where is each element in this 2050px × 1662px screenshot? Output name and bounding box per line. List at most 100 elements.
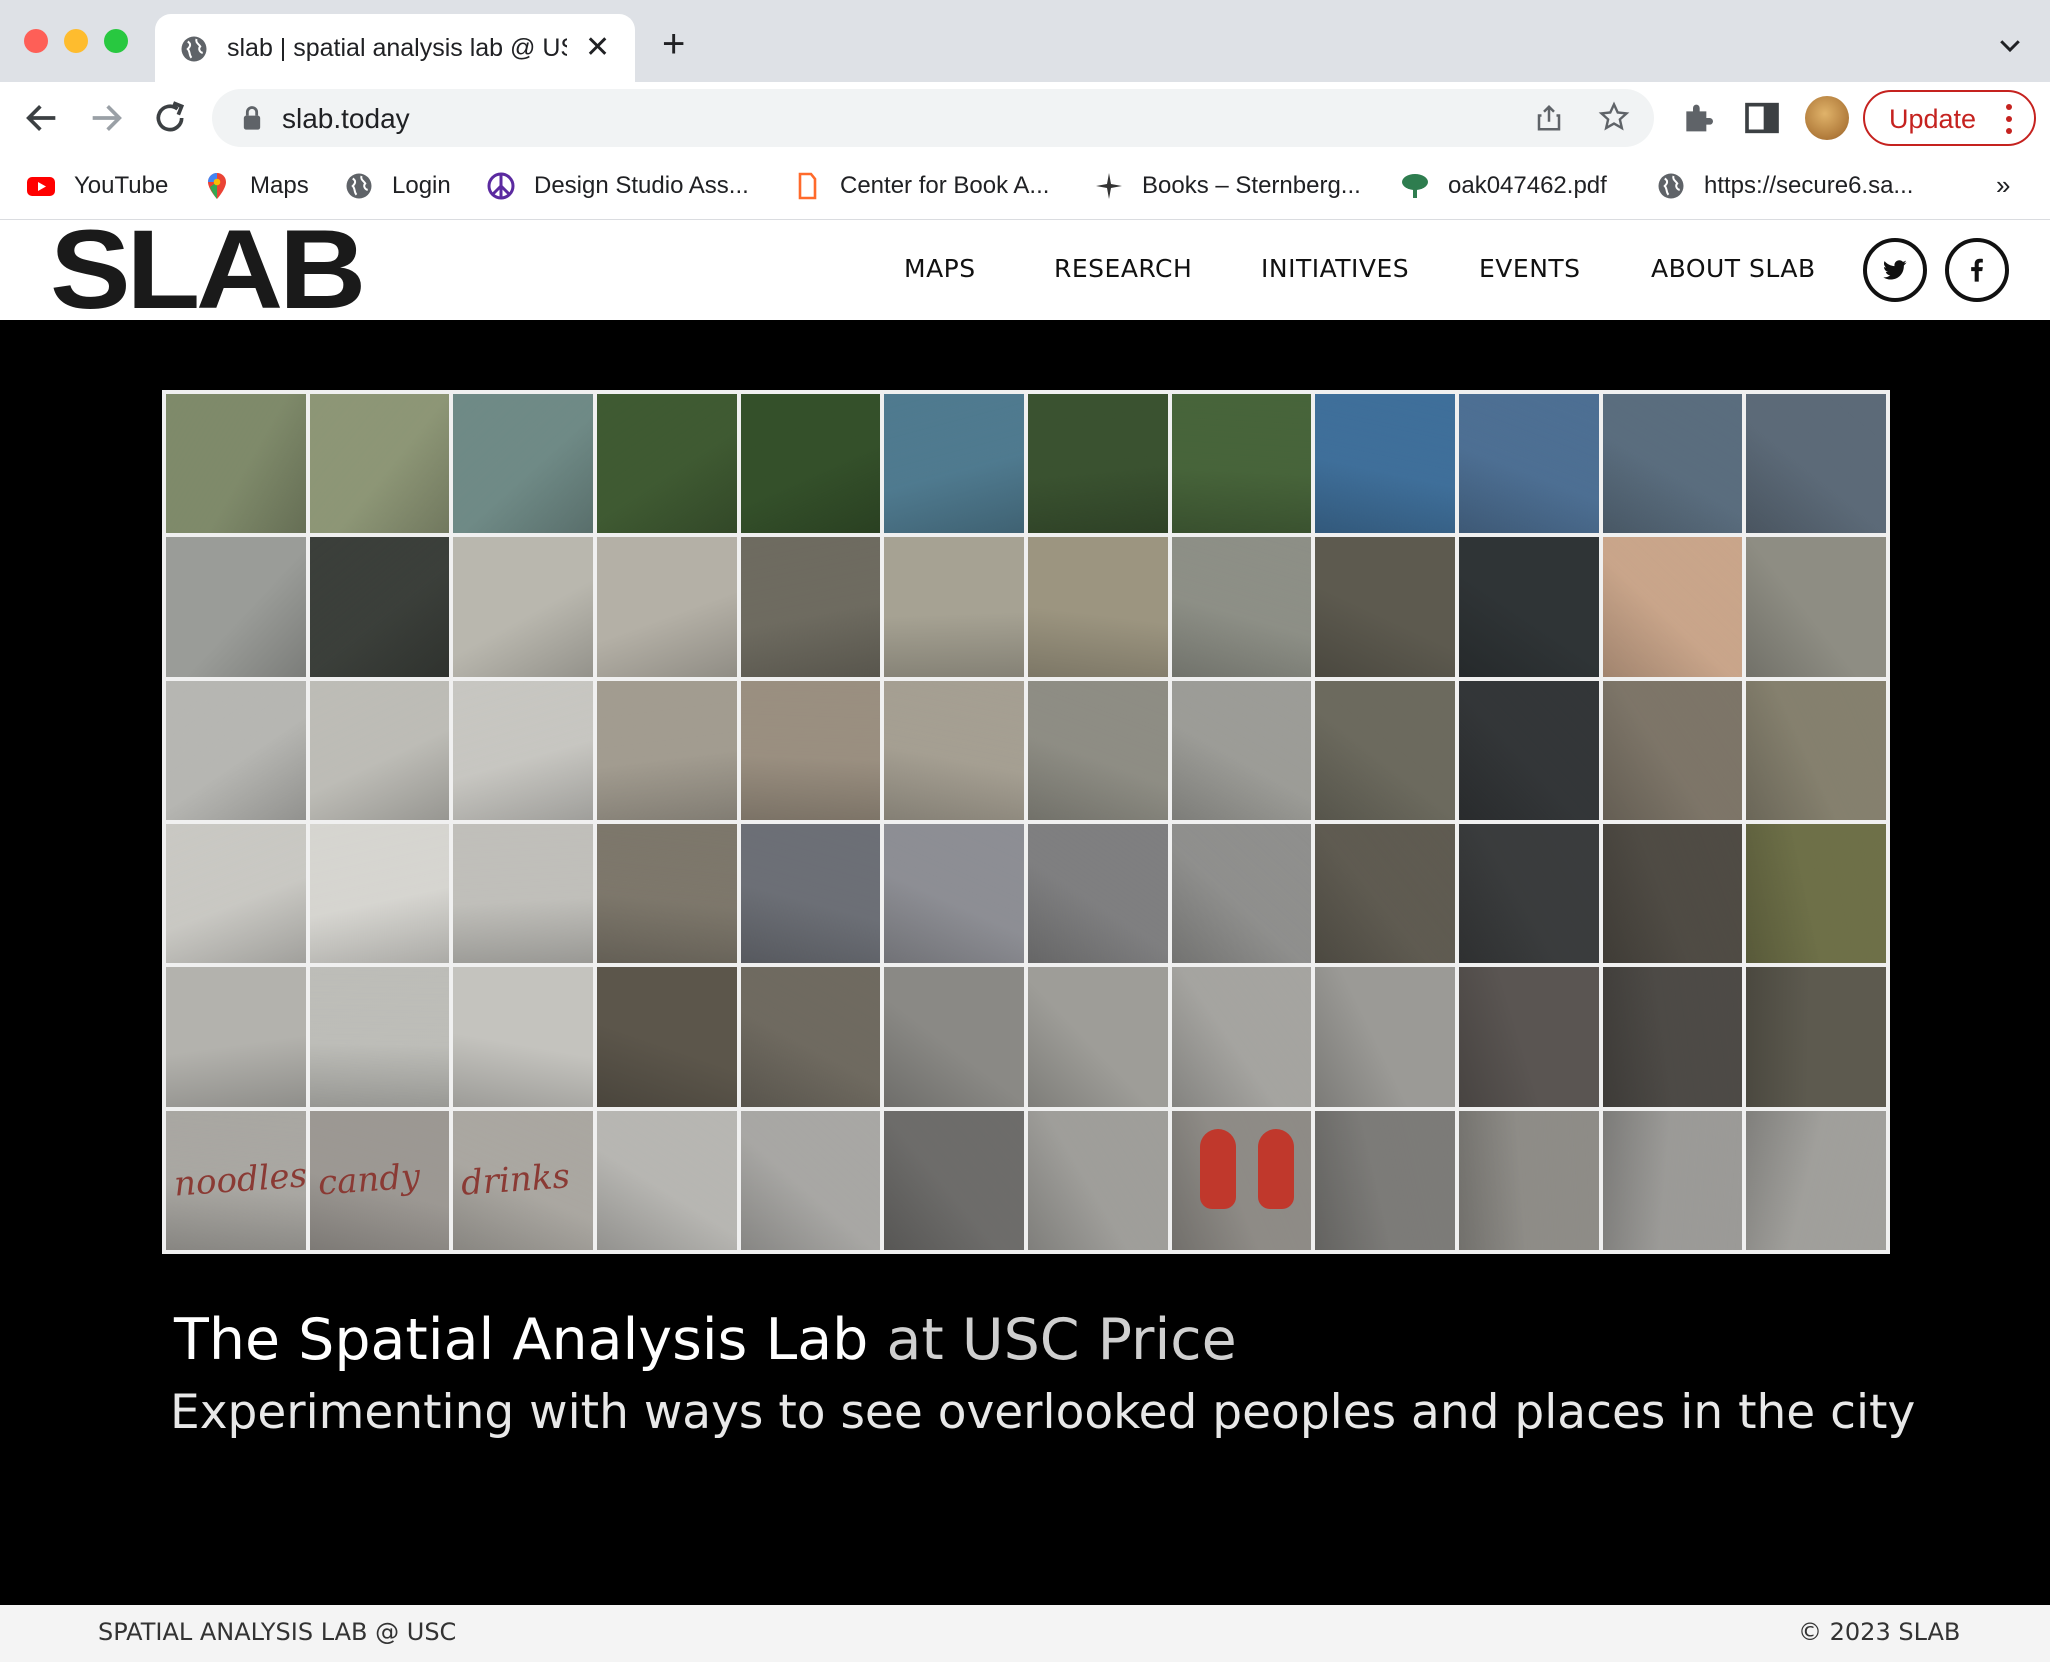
mosaic-chalk-word: candy	[316, 1156, 422, 1204]
mosaic-tile	[1028, 537, 1168, 677]
mosaic-tile	[1171, 680, 1312, 820]
mosaic-tile: noodles	[166, 1110, 306, 1250]
maps-pin-icon	[208, 173, 226, 199]
youtube-icon	[27, 177, 55, 196]
mosaic-tile	[166, 394, 306, 534]
mosaic-tile	[309, 394, 450, 534]
mosaic-tile	[1746, 967, 1886, 1107]
mosaic-tile	[309, 680, 450, 820]
mosaic-tile	[597, 680, 737, 820]
mosaic-tile	[1602, 680, 1743, 820]
twitter-link[interactable]	[1863, 238, 1927, 302]
mosaic-tile	[740, 394, 881, 534]
chevron-down-icon[interactable]	[1995, 30, 2025, 60]
mosaic-tile	[884, 394, 1024, 534]
browser-tab-active[interactable]: slab | spatial analysis lab @ USC ✕	[155, 14, 635, 82]
tab-close-button[interactable]: ✕	[585, 28, 610, 68]
back-arrow-icon[interactable]	[22, 98, 62, 138]
site-logo[interactable]: SLAB	[50, 214, 366, 326]
mosaic-tile	[309, 537, 450, 677]
bookmark-star-icon[interactable]	[1598, 101, 1630, 133]
window-minimize-button[interactable]	[64, 29, 88, 53]
sparkle-icon	[1096, 173, 1122, 199]
facebook-link[interactable]	[1945, 238, 2009, 302]
mosaic-tile	[1459, 967, 1599, 1107]
mosaic-tile	[1171, 967, 1312, 1107]
mosaic-chalk-word: noodles	[172, 1155, 306, 1205]
twitter-icon	[1883, 260, 1907, 280]
hero-section: noodles candy drinks The Spatial Analysis …	[0, 320, 2050, 1605]
mosaic-tile	[1028, 680, 1168, 820]
new-tab-button[interactable]: +	[662, 24, 685, 64]
reload-icon[interactable]	[150, 98, 190, 138]
globe-icon	[181, 36, 207, 62]
mosaic-tile	[1028, 823, 1168, 964]
footer-copyright: © 2023 SLAB	[1798, 1618, 1961, 1646]
mosaic-tile	[309, 967, 450, 1107]
mosaic-tile	[1602, 1110, 1743, 1250]
mosaic-tile	[597, 394, 737, 534]
lock-icon[interactable]	[240, 104, 264, 132]
mosaic-tile	[1028, 967, 1168, 1107]
window-maximize-button[interactable]	[104, 29, 128, 53]
mosaic-tile	[884, 537, 1024, 677]
mosaic-tile	[453, 823, 593, 964]
bookmarks-overflow-button[interactable]: »	[1996, 170, 2010, 201]
mosaic-tile	[453, 394, 593, 534]
nav-maps[interactable]: MAPS	[904, 254, 976, 283]
mosaic-tile	[1315, 967, 1455, 1107]
mosaic-tile	[597, 967, 737, 1107]
update-label: Update	[1889, 104, 1977, 134]
mosaic-tile	[1746, 1110, 1886, 1250]
url-text[interactable]: slab.today	[282, 103, 410, 135]
mosaic-tile	[597, 537, 737, 677]
mosaic-tile	[309, 823, 450, 964]
window-close-button[interactable]	[24, 29, 48, 53]
red-shoe	[1199, 1128, 1236, 1209]
mosaic-tile	[1171, 537, 1312, 677]
hero-tagline: Experimenting with ways to see overlooke…	[170, 1385, 1916, 1440]
mosaic-tile	[166, 967, 306, 1107]
mosaic-tile	[740, 967, 881, 1107]
mosaic-tile	[1602, 967, 1743, 1107]
mosaic-tile	[1746, 394, 1886, 534]
mosaic-tile	[1602, 823, 1743, 964]
mosaic-tile	[1171, 1110, 1312, 1250]
nav-initiatives[interactable]: INITIATIVES	[1261, 254, 1409, 283]
extensions-puzzle-icon[interactable]	[1678, 98, 1718, 138]
nav-about-slab[interactable]: ABOUT SLAB	[1651, 254, 1816, 283]
share-icon[interactable]	[1534, 103, 1564, 133]
tree-icon	[1402, 174, 1428, 198]
mosaic-tile	[166, 680, 306, 820]
nav-events[interactable]: EVENTS	[1479, 254, 1581, 283]
mosaic-tile	[884, 823, 1024, 964]
mosaic-tile	[1028, 1110, 1168, 1250]
mosaic-tile	[166, 537, 306, 677]
profile-avatar[interactable]	[1805, 96, 1849, 140]
mosaic-tile	[1315, 1110, 1455, 1250]
mosaic-tile	[1459, 537, 1599, 677]
facebook-icon	[1971, 258, 1983, 282]
mosaic-tile	[884, 680, 1024, 820]
update-button[interactable]: Update	[1863, 90, 2036, 146]
nav-research[interactable]: RESEARCH	[1054, 254, 1192, 283]
mosaic-tile	[884, 1110, 1024, 1250]
more-vert-icon[interactable]	[2005, 102, 2013, 136]
mosaic-tile	[740, 680, 881, 820]
mosaic-tile	[453, 967, 593, 1107]
mosaic-tile	[1171, 394, 1312, 534]
forward-arrow-icon[interactable]	[86, 98, 126, 138]
tab-title: slab | spatial analysis lab @ USC	[227, 34, 567, 62]
site-footer: SPATIAL ANALYSIS LAB @ USC © 2023 SLAB	[0, 1605, 2050, 1662]
mosaic-tile	[1602, 537, 1743, 677]
mosaic-tile	[1315, 394, 1455, 534]
mosaic-tile	[597, 823, 737, 964]
mosaic-tile	[1746, 537, 1886, 677]
address-bar[interactable]: slab.today	[212, 89, 1654, 147]
peace-icon	[487, 172, 515, 200]
mosaic-tile	[884, 967, 1024, 1107]
mosaic-tile: candy	[309, 1110, 450, 1250]
side-panel-icon[interactable]	[1742, 98, 1782, 138]
mosaic-tile	[453, 680, 593, 820]
mosaic-tile	[597, 1110, 737, 1250]
